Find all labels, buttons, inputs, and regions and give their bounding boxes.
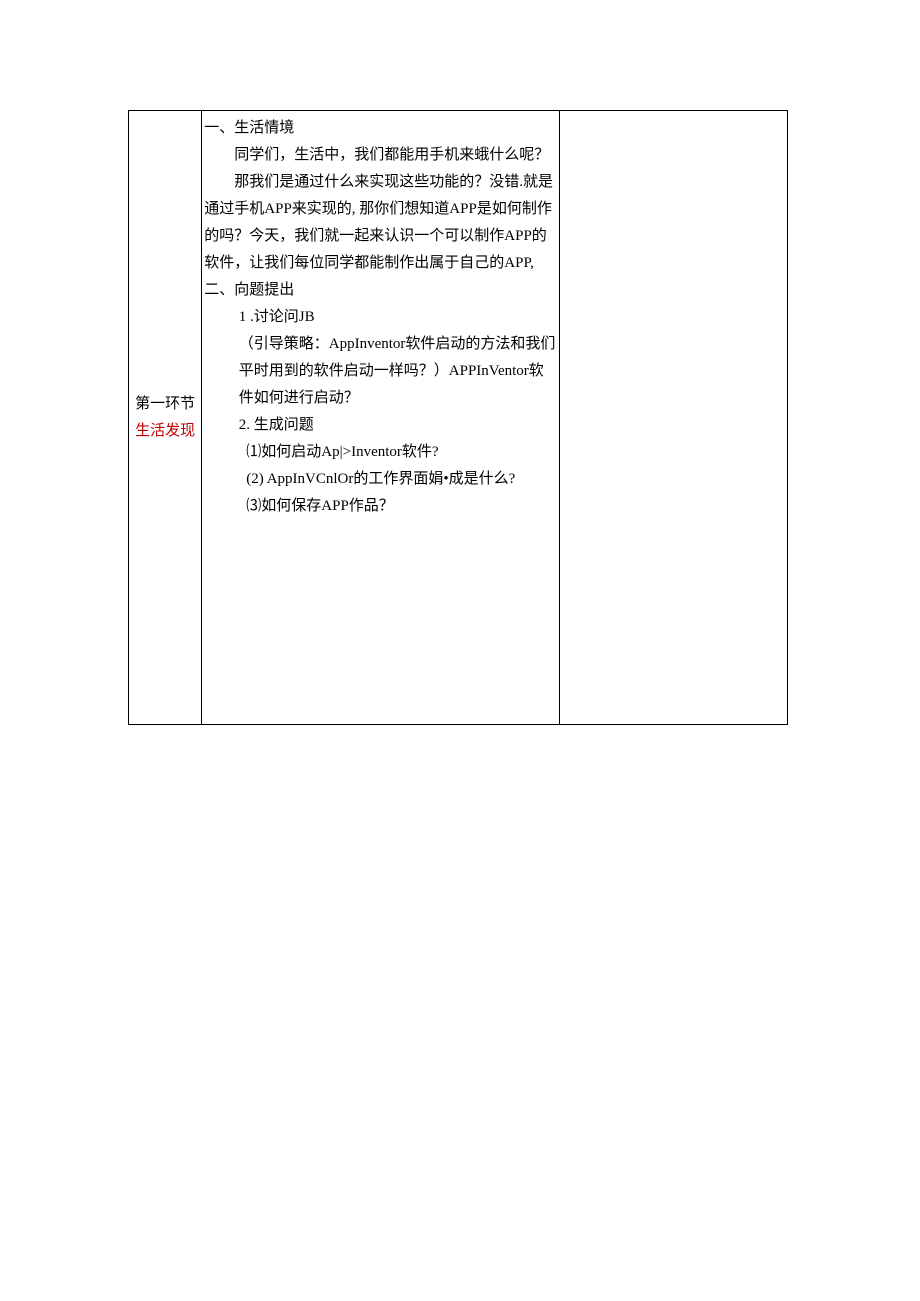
step-1: 1 .讨论问JB xyxy=(204,304,557,331)
question-1: ⑴如何启动Ap|>Inventor软件? xyxy=(204,439,557,466)
step-1a: （引导策略：AppInventor软件启动的方法和我们平时用到的软件启动一样吗？… xyxy=(204,331,557,412)
content-cell: 一、生活情境 同学们，生活中，我们都能用手机来蛾什么呢？ 那我们是通过什么来实现… xyxy=(202,111,560,725)
paragraph-2: 那我们是通过什么来实现这些功能的？没错.就是通过手机APP来实现的, 那你们想知… xyxy=(204,169,557,304)
notes-cell xyxy=(560,111,788,725)
lesson-table: 第一环节 生活发现 一、生活情境 同学们，生活中，我们都能用手机来蛾什么呢？ 那… xyxy=(128,110,788,725)
question-3: ⑶如何保存APP作品？ xyxy=(204,493,557,520)
heading-1: 一、生活情境 xyxy=(204,115,557,142)
step-2: 2. 生成问题 xyxy=(204,412,557,439)
stage-subtitle: 生活发现 xyxy=(131,418,199,445)
table-row: 第一环节 生活发现 一、生活情境 同学们，生活中，我们都能用手机来蛾什么呢？ 那… xyxy=(129,111,788,725)
stage-title: 第一环节 xyxy=(131,391,199,418)
stage-cell: 第一环节 生活发现 xyxy=(129,111,202,725)
paragraph-1: 同学们，生活中，我们都能用手机来蛾什么呢？ xyxy=(204,142,557,169)
spacer xyxy=(204,520,557,720)
question-2: (2) AppInVCnlOr的工作界面娟•成是什么? xyxy=(204,466,557,493)
